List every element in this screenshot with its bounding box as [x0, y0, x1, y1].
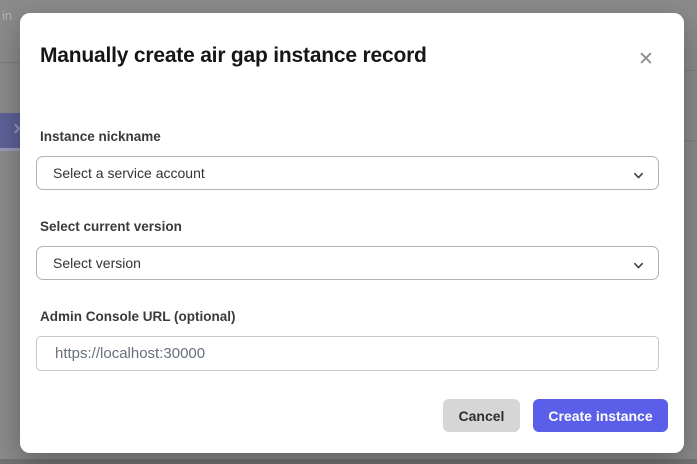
background-divider [0, 62, 21, 63]
create-instance-button[interactable]: Create instance [533, 399, 668, 432]
background-clipped-text: in [2, 8, 12, 23]
background-row-underline [0, 148, 22, 151]
close-icon[interactable]: ✕ [634, 47, 658, 71]
service-account-select[interactable]: Select a service account [36, 156, 659, 190]
version-select[interactable]: Select version [36, 246, 659, 280]
dialog-title: Manually create air gap instance record [36, 42, 668, 69]
create-airgap-instance-dialog: ✕ Manually create air gap instance recor… [20, 13, 684, 453]
admin-console-url-input[interactable] [36, 336, 659, 371]
admin-console-url-label: Admin Console URL (optional) [36, 309, 668, 324]
chevron-down-icon [633, 258, 644, 269]
background-divider [684, 140, 697, 142]
instance-nickname-label: Instance nickname [36, 129, 668, 144]
background-chevron-icon [11, 124, 21, 134]
service-account-select-value: Select a service account [53, 165, 633, 181]
current-version-label: Select current version [36, 219, 668, 234]
background-footer-strip [0, 459, 697, 464]
cancel-button[interactable]: Cancel [443, 399, 520, 432]
version-select-value: Select version [53, 255, 633, 271]
background-selected-row [0, 113, 22, 148]
background-divider [684, 70, 697, 71]
chevron-down-icon [633, 168, 644, 179]
dialog-actions: Cancel Create instance [36, 399, 668, 432]
